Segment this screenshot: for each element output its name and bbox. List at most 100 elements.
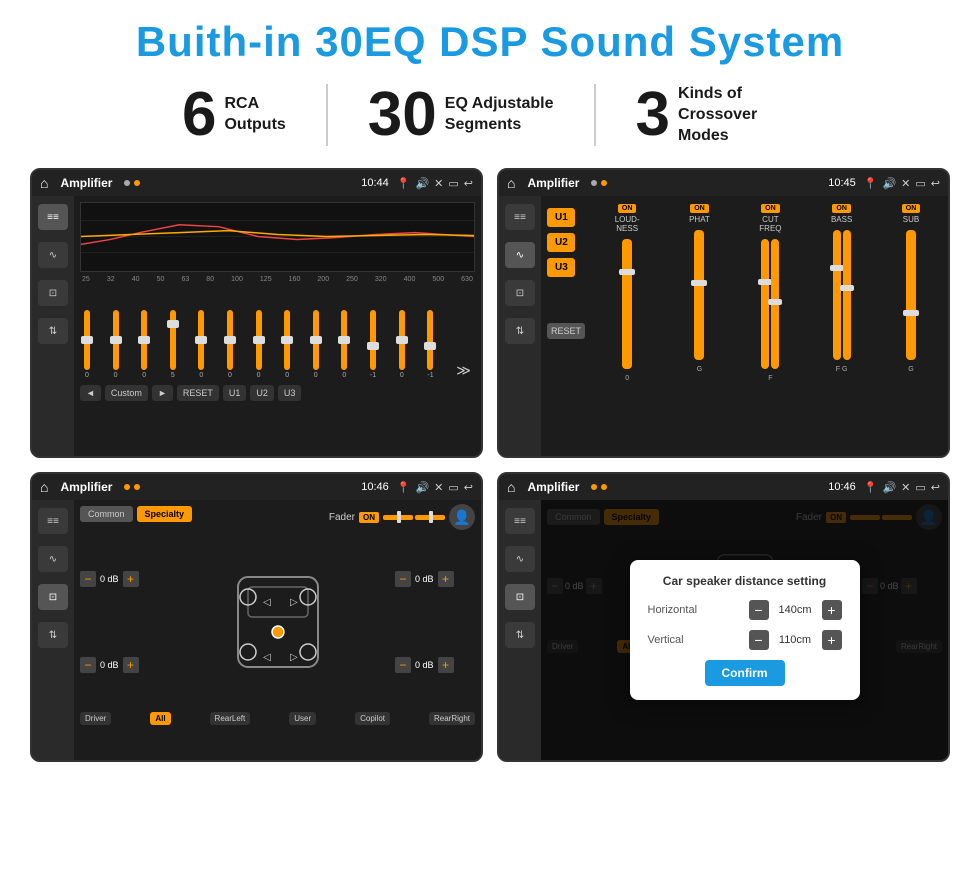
fader-back-icon[interactable]: ↩: [464, 481, 473, 494]
eq-slider-12[interactable]: -1: [427, 310, 433, 379]
horizontal-plus-btn[interactable]: +: [822, 600, 842, 620]
db-minus-4[interactable]: −: [395, 657, 411, 673]
eq-graph: [80, 202, 475, 272]
xover-reset-btn[interactable]: RESET: [547, 323, 585, 339]
fader-screen-card: ⌂ Amplifier 10:46 📍 🔊 ✕ ▭ ↩ ≡≡: [30, 472, 483, 762]
fader-rearright-btn[interactable]: RearRight: [429, 712, 475, 725]
dialog-home-icon[interactable]: ⌂: [507, 479, 515, 495]
xover-u1-btn[interactable]: U1: [547, 208, 575, 227]
eq-more-icon[interactable]: ≫: [456, 362, 471, 379]
eq-custom-button[interactable]: Custom: [105, 385, 148, 401]
back-icon[interactable]: ↩: [464, 177, 473, 190]
bass-label: BASS: [831, 215, 852, 224]
xover-u3-btn[interactable]: U3: [547, 258, 575, 277]
eq-bottom-bar: ◄ Custom ► RESET U1 U2 U3: [80, 385, 475, 401]
eq-side-btn-3[interactable]: ⊡: [38, 280, 68, 306]
fader-tab-specialty[interactable]: Specialty: [137, 506, 193, 522]
eq-slider-0[interactable]: 0: [84, 310, 90, 379]
fader-side-btn-2[interactable]: ∿: [38, 546, 68, 572]
eq-slider-6[interactable]: 0: [256, 310, 262, 379]
eq-slider-8[interactable]: 0: [313, 310, 319, 379]
xover-side-btn-2[interactable]: ∿: [505, 242, 535, 268]
vertical-minus-btn[interactable]: −: [749, 630, 769, 650]
bass-on-btn[interactable]: ON: [832, 204, 851, 213]
cutfreq-on-btn[interactable]: ON: [761, 204, 780, 213]
eq-slider-5[interactable]: 0: [227, 310, 233, 379]
stat-eq: 30 EQ AdjustableSegments: [328, 84, 596, 146]
dialog-dot2: [601, 484, 607, 490]
eq-slider-11[interactable]: 0: [399, 310, 405, 379]
sub-on-btn[interactable]: ON: [902, 204, 921, 213]
eq-slider-2[interactable]: 0: [141, 310, 147, 379]
dot1: [124, 180, 130, 186]
xover-back-icon[interactable]: ↩: [931, 177, 940, 190]
xover-main-panel: U1 U2 U3 RESET ON LOUD-NESS: [541, 196, 948, 456]
eq-slider-9[interactable]: 0: [341, 310, 347, 379]
eq-side-btn-1[interactable]: ≡≡: [38, 204, 68, 230]
dialog-side-btn-2[interactable]: ∿: [505, 546, 535, 572]
vertical-plus-btn[interactable]: +: [822, 630, 842, 650]
eq-slider-3[interactable]: 5: [170, 310, 176, 379]
fader-copilot-btn[interactable]: Copilot: [355, 712, 390, 725]
dialog-side-btn-3[interactable]: ⊡: [505, 584, 535, 610]
db-plus-3[interactable]: +: [438, 571, 454, 587]
fader-all-btn[interactable]: All: [150, 712, 170, 725]
eq-slider-1[interactable]: 0: [113, 310, 119, 379]
eq-slider-7[interactable]: 0: [284, 310, 290, 379]
dialog-title: Car speaker distance setting: [648, 574, 842, 588]
fader-label: Fader: [329, 512, 355, 523]
eq-u2-button[interactable]: U2: [250, 385, 274, 401]
xover-location-icon: 📍: [864, 177, 878, 190]
confirm-button[interactable]: Confirm: [705, 660, 785, 686]
dialog-back-icon[interactable]: ↩: [931, 481, 940, 494]
db-minus-3[interactable]: −: [395, 571, 411, 587]
db-plus-4[interactable]: +: [438, 657, 454, 673]
eq-next-button[interactable]: ►: [152, 385, 173, 401]
dialog-side-btn-1[interactable]: ≡≡: [505, 508, 535, 534]
xover-side-btn-3[interactable]: ⊡: [505, 280, 535, 306]
fader-home-icon[interactable]: ⌂: [40, 479, 48, 495]
fader-side-btn-4[interactable]: ⇅: [38, 622, 68, 648]
eq-side-btn-4[interactable]: ⇅: [38, 318, 68, 344]
loudness-on-btn[interactable]: ON: [618, 204, 637, 213]
dialog-battery-icon: ▭: [915, 481, 925, 494]
db-plus-2[interactable]: +: [123, 657, 139, 673]
eq-u1-button[interactable]: U1: [223, 385, 247, 401]
stat-number-eq: 30: [368, 84, 437, 146]
eq-screen-card: ⌂ Amplifier 10:44 📍 🔊 ✕ ▭ ↩ ≡≡: [30, 168, 483, 458]
xover-dot1: [591, 180, 597, 186]
eq-prev-button[interactable]: ◄: [80, 385, 101, 401]
fader-side-btn-1[interactable]: ≡≡: [38, 508, 68, 534]
fader-profile-icon[interactable]: 👤: [449, 504, 475, 530]
db-plus-1[interactable]: +: [123, 571, 139, 587]
eq-slider-10[interactable]: -1: [370, 310, 376, 379]
db-minus-1[interactable]: −: [80, 571, 96, 587]
horizontal-value: 140cm: [773, 604, 818, 616]
fader-tabs: Common Specialty: [80, 506, 192, 522]
stat-rca: 6 RCAOutputs: [142, 84, 328, 146]
car-speaker-dialog: Car speaker distance setting Horizontal …: [541, 500, 948, 760]
fader-main-panel: Common Specialty Fader ON: [74, 500, 481, 760]
fader-rearleft-btn[interactable]: RearLeft: [210, 712, 251, 725]
db-minus-2[interactable]: −: [80, 657, 96, 673]
xover-side-btn-1[interactable]: ≡≡: [505, 204, 535, 230]
xover-side-btn-4[interactable]: ⇅: [505, 318, 535, 344]
eq-slider-4[interactable]: 0: [198, 310, 204, 379]
fader-side-btn-3[interactable]: ⊡: [38, 584, 68, 610]
eq-u3-button[interactable]: U3: [278, 385, 302, 401]
horizontal-minus-btn[interactable]: −: [749, 600, 769, 620]
fader-driver-btn[interactable]: Driver: [80, 712, 111, 725]
dialog-side-btn-4[interactable]: ⇅: [505, 622, 535, 648]
xover-home-icon[interactable]: ⌂: [507, 175, 515, 191]
eq-reset-button[interactable]: RESET: [177, 385, 219, 401]
dialog-dot1: [591, 484, 597, 490]
home-icon[interactable]: ⌂: [40, 175, 48, 191]
xover-screen-content: ≡≡ ∿ ⊡ ⇅ U1 U2 U3 RESET: [499, 196, 948, 456]
eq-side-btn-2[interactable]: ∿: [38, 242, 68, 268]
stat-text-rca: RCAOutputs: [224, 94, 285, 136]
fader-on-btn[interactable]: ON: [359, 512, 379, 523]
fader-tab-common[interactable]: Common: [80, 506, 133, 522]
xover-u2-btn[interactable]: U2: [547, 233, 575, 252]
phat-on-btn[interactable]: ON: [690, 204, 709, 213]
fader-user-btn[interactable]: User: [289, 712, 316, 725]
